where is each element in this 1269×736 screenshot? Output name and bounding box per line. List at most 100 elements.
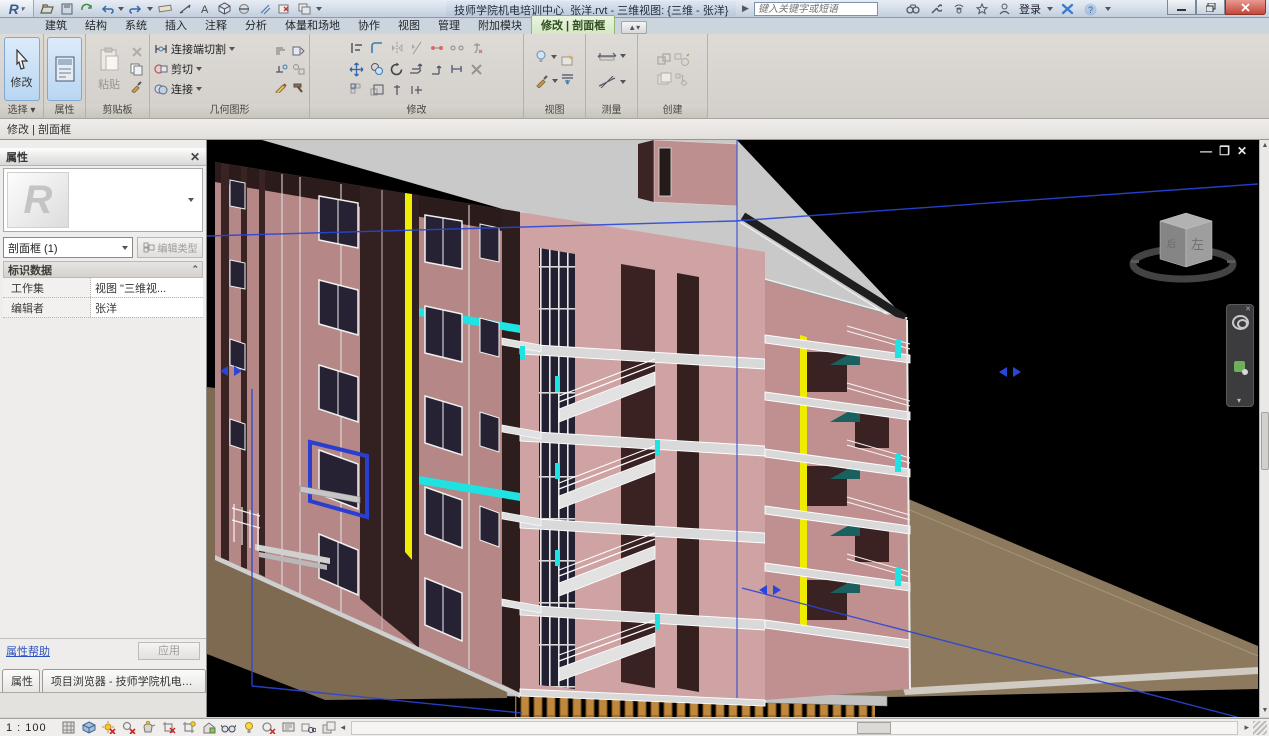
trim-corner-icon[interactable] bbox=[429, 62, 444, 77]
aligned-dimension-icon[interactable] bbox=[176, 1, 193, 16]
help-dropdown[interactable] bbox=[1105, 7, 1111, 11]
create-parts-icon[interactable] bbox=[657, 71, 672, 86]
type-preview-dropdown[interactable] bbox=[188, 198, 194, 202]
view-minimize-icon[interactable]: — bbox=[1200, 145, 1212, 157]
delete-icon[interactable] bbox=[129, 45, 144, 60]
scroll-up-icon[interactable]: ▲ bbox=[1261, 141, 1269, 151]
dimension-button[interactable] bbox=[597, 72, 626, 92]
view-cube-side-label[interactable]: 后 bbox=[1167, 239, 1176, 249]
measure-button[interactable] bbox=[597, 46, 626, 66]
override-graphics-button[interactable] bbox=[535, 71, 558, 91]
panel-label-select[interactable]: 选择 ▾ bbox=[0, 104, 43, 118]
tab-structure[interactable]: 结构 bbox=[76, 16, 116, 34]
3d-model-canvas[interactable]: 后 左 bbox=[207, 140, 1259, 717]
minimize-button[interactable] bbox=[1167, 0, 1196, 15]
ribbon-collapse-button[interactable]: ▲▾ bbox=[621, 21, 647, 34]
worksharing-display-icon[interactable] bbox=[261, 720, 277, 735]
join-end-cut-button[interactable]: 连接端切割 bbox=[153, 39, 272, 59]
resize-grip[interactable] bbox=[1253, 721, 1267, 735]
panel-label-properties[interactable]: 属性 bbox=[44, 104, 85, 118]
vertical-scroll-thumb[interactable] bbox=[1261, 412, 1269, 470]
properties-button[interactable] bbox=[47, 37, 82, 101]
panel-label-view[interactable]: 视图 bbox=[524, 104, 585, 118]
visual-style-icon[interactable] bbox=[81, 720, 97, 735]
apply-button[interactable]: 应用 bbox=[138, 642, 200, 660]
hide-elements-button[interactable] bbox=[535, 47, 558, 67]
sign-in-dropdown[interactable] bbox=[1047, 7, 1053, 11]
tab-architecture[interactable]: 建筑 bbox=[36, 16, 76, 34]
sun-path-icon[interactable] bbox=[101, 720, 117, 735]
type-selector[interactable]: 剖面框 (1) bbox=[3, 237, 133, 258]
detail-level-icon[interactable] bbox=[61, 720, 77, 735]
sync-icon[interactable] bbox=[78, 1, 95, 16]
navbar-close-icon[interactable]: ✕ bbox=[1245, 305, 1251, 313]
help-search-input[interactable] bbox=[754, 2, 878, 16]
open-icon[interactable] bbox=[38, 1, 55, 16]
displacement-sets-icon[interactable] bbox=[321, 720, 337, 735]
underlay-icon[interactable] bbox=[560, 71, 575, 86]
property-row-edited-by[interactable]: 编辑者 张洋 bbox=[3, 298, 203, 318]
tab-contextual-section-box[interactable]: 修改 | 剖面框 bbox=[531, 15, 615, 34]
communication-center-icon[interactable] bbox=[950, 2, 967, 17]
horizontal-scroll-thumb[interactable] bbox=[857, 722, 891, 734]
analytical-model-icon[interactable] bbox=[301, 720, 317, 735]
offset-icon[interactable] bbox=[409, 62, 424, 77]
subscription-wrench-icon[interactable] bbox=[927, 2, 944, 17]
match-type-brush-icon[interactable] bbox=[129, 79, 144, 94]
drawing-area[interactable]: 后 左 — ❐ ✕ ✕ ▾ bbox=[207, 140, 1259, 717]
view-restore-icon[interactable]: ❐ bbox=[1219, 145, 1230, 157]
pin-icon[interactable] bbox=[389, 83, 404, 98]
property-row-workset[interactable]: 工作集 视图 "三维视... bbox=[3, 278, 203, 298]
undo-icon[interactable] bbox=[98, 1, 115, 16]
unpin-icon[interactable] bbox=[469, 41, 484, 56]
demolish-pencil-icon[interactable] bbox=[274, 80, 289, 95]
reveal-hidden-elements-icon[interactable] bbox=[241, 720, 257, 735]
split-icon[interactable] bbox=[429, 41, 444, 56]
modify-tool-button[interactable]: 修改 bbox=[4, 37, 40, 101]
shadows-icon[interactable] bbox=[121, 720, 137, 735]
redo-dropdown[interactable] bbox=[147, 7, 153, 11]
type-preview[interactable]: R bbox=[3, 168, 203, 232]
sign-in-person-icon[interactable] bbox=[996, 2, 1013, 17]
copy-icon[interactable] bbox=[129, 62, 144, 77]
mirror-line-icon[interactable] bbox=[409, 41, 424, 56]
create-assembly-icon[interactable] bbox=[674, 71, 689, 86]
panel-label-clipboard[interactable]: 剪贴板 bbox=[86, 104, 149, 118]
crop-view-icon[interactable] bbox=[161, 720, 177, 735]
scale-icon[interactable] bbox=[369, 83, 384, 98]
section-collapse-icon[interactable]: ⌃ bbox=[191, 264, 198, 275]
view-cube-front-label[interactable]: 左 bbox=[1191, 237, 1204, 252]
steering-wheel-icon[interactable] bbox=[1232, 315, 1249, 330]
tab-addins[interactable]: 附加模块 bbox=[469, 16, 531, 34]
create-similar-icon[interactable] bbox=[674, 52, 689, 67]
section-icon[interactable] bbox=[236, 1, 253, 16]
restore-button[interactable] bbox=[1196, 0, 1225, 15]
join-geometry-button[interactable]: 连接 bbox=[153, 79, 272, 99]
tab-properties[interactable]: 属性 bbox=[2, 669, 40, 692]
qat-customize-dropdown[interactable] bbox=[316, 7, 322, 11]
properties-palette-header[interactable]: 属性 ✕ bbox=[0, 148, 206, 166]
thin-lines-icon[interactable] bbox=[256, 1, 273, 16]
panel-label-modify[interactable]: 修改 bbox=[310, 104, 523, 118]
rotate-icon[interactable] bbox=[389, 62, 404, 77]
panel-label-geometry[interactable]: 几何图形 bbox=[150, 104, 309, 118]
hscroll-left-icon[interactable]: ◂ bbox=[341, 722, 346, 733]
cut-geometry-button[interactable]: 剪切 bbox=[153, 59, 272, 79]
view-close-icon[interactable]: ✕ bbox=[1237, 145, 1247, 157]
tab-analyze[interactable]: 分析 bbox=[236, 16, 276, 34]
switch-join-order-icon[interactable] bbox=[291, 62, 306, 77]
sign-in-label[interactable]: 登录 bbox=[1019, 1, 1041, 17]
wall-joins-icon[interactable] bbox=[274, 44, 289, 59]
default-3d-view-icon[interactable] bbox=[216, 1, 233, 16]
zoom-tool-icon[interactable] bbox=[1234, 361, 1245, 372]
split-gap-icon[interactable] bbox=[449, 41, 464, 56]
view-scale[interactable]: 1 : 100 bbox=[6, 722, 47, 734]
navbar-chevron-icon[interactable]: ▾ bbox=[1237, 396, 1241, 405]
application-menu-button[interactable]: R▾ bbox=[0, 0, 34, 17]
identity-data-section-header[interactable]: 标识数据 ⌃ bbox=[3, 261, 203, 278]
redo-icon[interactable] bbox=[127, 1, 144, 16]
navigation-bar[interactable]: ✕ ▾ bbox=[1226, 304, 1254, 407]
tab-project-browser[interactable]: 项目浏览器 - 技师学院机电培训... bbox=[42, 669, 206, 692]
tab-view[interactable]: 视图 bbox=[389, 16, 429, 34]
type-selector-dropdown[interactable] bbox=[122, 246, 128, 250]
